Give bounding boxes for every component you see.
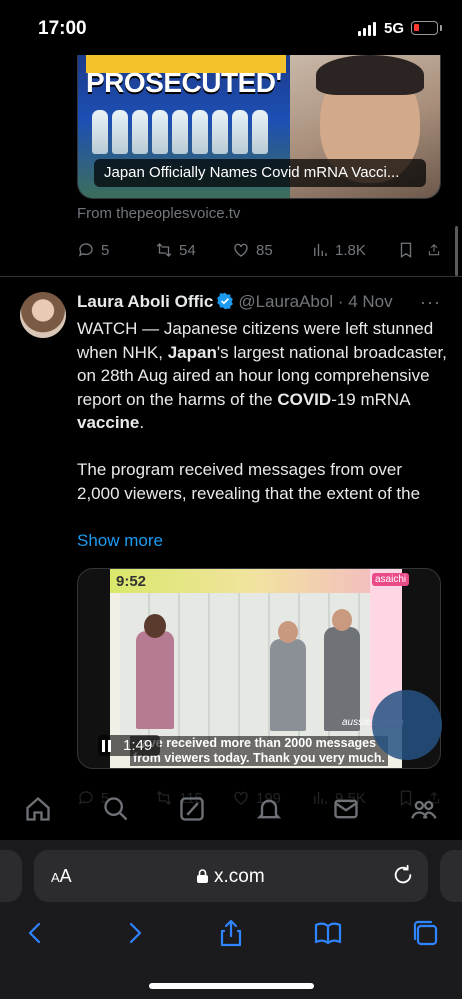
- share-icon: [220, 919, 242, 947]
- tweet-paragraph-2: The program received messages from over …: [77, 460, 421, 503]
- people-icon: [411, 800, 437, 819]
- search-icon: [104, 797, 128, 821]
- link-card[interactable]: PROSECUTED' Japan Officially Names Covid…: [77, 55, 441, 199]
- tweet-divider: [0, 276, 462, 277]
- communities-tab[interactable]: [410, 795, 438, 823]
- url-text[interactable]: x.com: [214, 866, 265, 888]
- status-bar: 17:00 5G: [0, 0, 462, 58]
- video-clock: 9:52: [116, 573, 147, 590]
- repost-icon: [156, 243, 172, 257]
- verified-badge-icon: [217, 292, 234, 310]
- tweet-header: Laura Aboli Offic @LauraAbol · 4 Nov: [77, 292, 447, 314]
- reply-icon: [78, 243, 93, 257]
- bookmark-icon: [400, 242, 412, 259]
- next-tab-pill[interactable]: [440, 850, 462, 902]
- channel-tag: asaichi: [372, 573, 410, 586]
- bell-icon: [256, 799, 282, 819]
- tweet-text: WATCH — Japanese citizens were left stun…: [77, 319, 447, 503]
- chevron-left-icon: [28, 922, 41, 944]
- repost-button[interactable]: 54: [155, 241, 232, 259]
- chevron-right-icon: [129, 922, 142, 944]
- grok-tab[interactable]: [178, 795, 206, 823]
- x-bottom-nav: [0, 777, 462, 827]
- back-button[interactable]: [20, 918, 50, 948]
- tweet-actions-prev: 5 54 85 1.8K: [77, 238, 441, 262]
- presenter-woman: [136, 631, 174, 729]
- bookmarks-button[interactable]: [313, 918, 343, 948]
- highlight-covid: COVID: [277, 389, 332, 409]
- heart-icon: [234, 243, 248, 257]
- views-count: 1.8K: [335, 241, 366, 259]
- avatar[interactable]: [20, 292, 66, 338]
- views-button[interactable]: 1.8K: [311, 241, 397, 259]
- pause-icon: [102, 739, 111, 752]
- hazmat-workers-image: [92, 110, 268, 154]
- grok-icon: [180, 797, 204, 821]
- presenter-man-1: [270, 639, 306, 731]
- show-more-link[interactable]: Show more: [77, 531, 163, 551]
- card-caption: Japan Officially Names Covid mRNA Vacci.…: [94, 159, 426, 187]
- reply-button[interactable]: 5: [77, 241, 155, 259]
- pause-button[interactable]: 1:49: [98, 735, 161, 756]
- share-button[interactable]: [427, 241, 441, 259]
- signal-icon: [358, 22, 376, 36]
- highlight-vaccine: vaccine: [77, 413, 140, 432]
- battery-icon: [411, 21, 438, 35]
- messages-tab[interactable]: [332, 795, 360, 823]
- previous-tab-pill[interactable]: [0, 850, 22, 902]
- tabs-button[interactable]: [410, 918, 440, 948]
- repost-count: 54: [179, 241, 196, 259]
- bookmark-button[interactable]: [397, 241, 427, 259]
- network-type: 5G: [384, 20, 405, 37]
- forward-button[interactable]: [120, 918, 150, 948]
- search-tab[interactable]: [102, 795, 130, 823]
- battery-cap: [440, 25, 442, 31]
- video-duration: 1:49: [123, 737, 153, 754]
- handle-and-date: @LauraAbol · 4 Nov: [238, 292, 393, 311]
- grok-floating-button[interactable]: [372, 690, 442, 760]
- home-indicator: [149, 983, 314, 989]
- video-subtitle: ave received more than 2000 messages fro…: [130, 736, 388, 766]
- share-sheet-button[interactable]: [216, 918, 246, 948]
- notifications-tab[interactable]: [255, 795, 283, 823]
- reload-icon[interactable]: [392, 864, 414, 886]
- home-tab[interactable]: [24, 795, 52, 823]
- scroll-indicator: [455, 226, 458, 276]
- mail-icon: [334, 799, 358, 819]
- presenter-man-2: [324, 627, 360, 731]
- like-button[interactable]: 85: [232, 241, 311, 259]
- reply-count: 5: [101, 241, 110, 259]
- card-headline: PROSECUTED': [86, 67, 282, 98]
- share-icon: [428, 244, 440, 256]
- status-time: 17:00: [38, 18, 87, 39]
- lock-icon: [197, 869, 208, 883]
- tabs-icon: [413, 920, 438, 946]
- highlight-japan: Japan: [167, 342, 217, 362]
- card-source[interactable]: From thepeoplesvoice.tv: [77, 205, 240, 222]
- reader-settings-button[interactable]: AA: [51, 866, 72, 887]
- more-options-button[interactable]: ···: [420, 292, 441, 313]
- home-icon: [26, 796, 50, 821]
- book-icon: [314, 922, 342, 945]
- like-count: 85: [256, 241, 273, 259]
- author-name[interactable]: Laura Aboli Offic: [77, 292, 213, 311]
- views-icon: [314, 244, 327, 256]
